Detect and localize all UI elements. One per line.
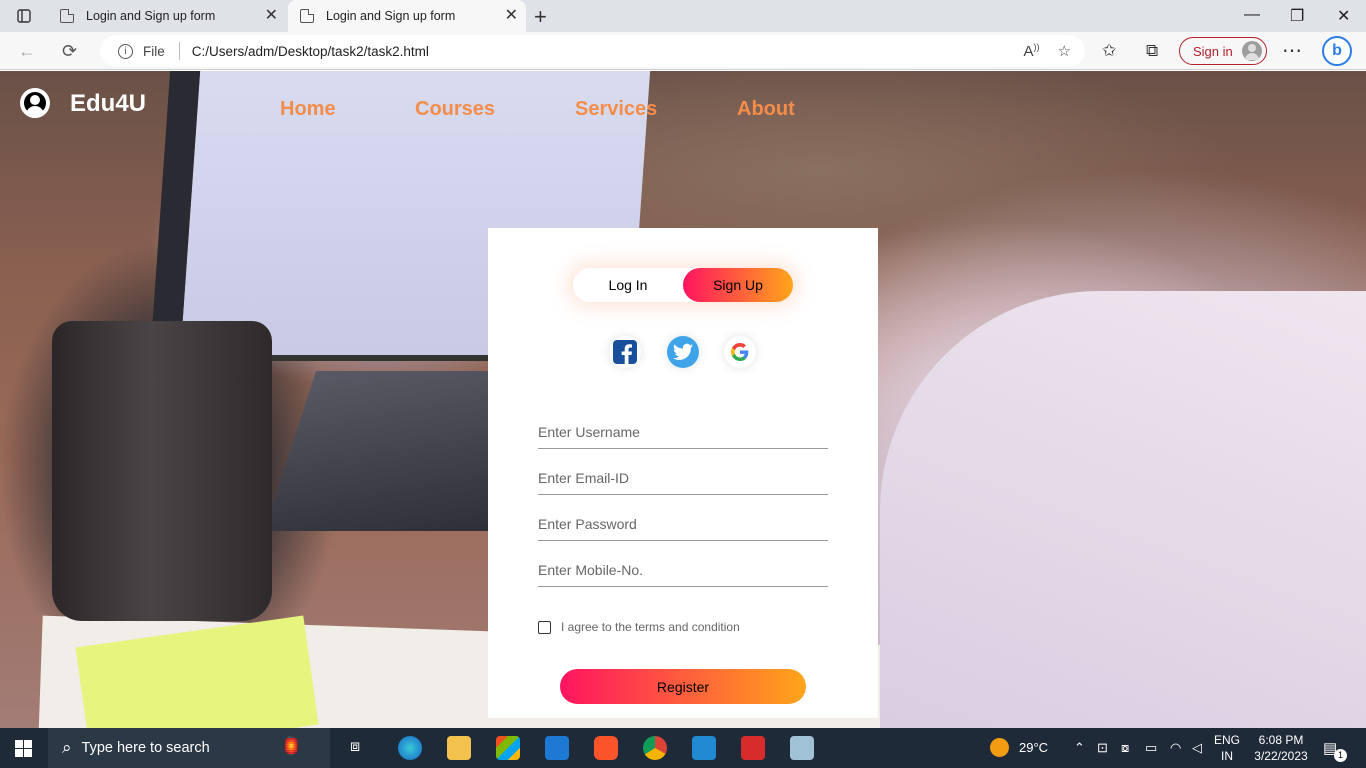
- refresh-icon[interactable]: ⟳: [62, 41, 77, 62]
- page-background: Edu4U Home Courses Services About Log In…: [0, 71, 1366, 728]
- nav-about[interactable]: About: [737, 98, 795, 121]
- brand-name: Edu4U: [70, 90, 147, 117]
- info-icon[interactable]: i: [118, 43, 133, 59]
- windows-taskbar: ⌕ Type here to search 🏮 ⧈ 29°C ⌃ ⊡ ⧇ ▭ ◠…: [0, 728, 1366, 768]
- app-icon[interactable]: [741, 736, 765, 760]
- nav-courses[interactable]: Courses: [415, 98, 495, 121]
- taskbar-search[interactable]: ⌕ Type here to search 🏮: [48, 728, 330, 768]
- background-mug: [52, 321, 272, 621]
- read-aloud-icon[interactable]: A)): [1024, 42, 1040, 60]
- scheme-label: File: [143, 43, 165, 59]
- password-field[interactable]: [538, 504, 828, 541]
- edge-icon[interactable]: [398, 736, 422, 760]
- sign-in-button[interactable]: Sign in: [1179, 37, 1267, 65]
- mobile-field[interactable]: [538, 550, 828, 587]
- region: IN: [1221, 749, 1233, 763]
- terms-checkbox[interactable]: [538, 620, 551, 634]
- brave-icon[interactable]: [594, 736, 618, 760]
- nav-services[interactable]: Services: [575, 98, 657, 121]
- store-icon[interactable]: [496, 736, 520, 760]
- url-text[interactable]: C:/Users/adm/Desktop/task2/task2.html: [192, 44, 429, 59]
- time: 6:08 PM: [1258, 733, 1304, 747]
- close-tab-icon[interactable]: ✕: [505, 8, 518, 24]
- minimize-icon[interactable]: —: [1244, 6, 1260, 24]
- email-field[interactable]: [538, 458, 828, 495]
- taskbar-search-placeholder: Type here to search: [81, 740, 210, 756]
- task-view-icon[interactable]: ⧈: [350, 738, 360, 756]
- lantern-icon: 🏮: [280, 736, 303, 756]
- signup-tab-button[interactable]: Sign Up: [683, 268, 793, 302]
- close-window-icon[interactable]: ✕: [1337, 6, 1350, 26]
- tab-title: Login and Sign up form: [86, 9, 216, 23]
- login-tab-button[interactable]: Log In: [573, 268, 683, 302]
- auth-toggle: Log In Sign Up: [573, 268, 793, 302]
- restore-icon[interactable]: ❐: [1290, 6, 1304, 26]
- vscode-icon[interactable]: [692, 736, 716, 760]
- notification-badge: 1: [1334, 749, 1347, 762]
- browser-tab-bar: Login and Sign up form ✕ Login and Sign …: [0, 0, 1366, 32]
- tab-actions-icon[interactable]: [12, 6, 36, 26]
- chevron-up-icon[interactable]: ⌃: [1074, 740, 1085, 756]
- browser-tab[interactable]: Login and Sign up form ✕: [48, 0, 286, 32]
- clock[interactable]: 6:08 PM 3/22/2023: [1252, 732, 1310, 764]
- new-tab-icon[interactable]: +: [534, 4, 547, 30]
- sign-in-label: Sign in: [1193, 43, 1233, 59]
- date: 3/22/2023: [1254, 749, 1308, 763]
- terms-row: I agree to the terms and condition: [538, 620, 740, 634]
- bing-icon[interactable]: b: [1322, 36, 1352, 66]
- language-indicator[interactable]: ENG IN: [1214, 732, 1240, 764]
- address-toolbar: ← ⟳ i File C:/Users/adm/Desktop/task2/ta…: [0, 32, 1366, 70]
- address-bar[interactable]: i File C:/Users/adm/Desktop/task2/task2.…: [100, 35, 1085, 67]
- battery-icon[interactable]: ▭: [1145, 740, 1157, 756]
- windows-start-icon[interactable]: [15, 740, 32, 757]
- file-explorer-icon[interactable]: [447, 736, 471, 760]
- favorites-icon[interactable]: ✩: [1102, 41, 1116, 61]
- avatar-icon: [1242, 41, 1262, 61]
- tab-title: Login and Sign up form: [326, 9, 456, 23]
- register-button[interactable]: Register: [560, 669, 806, 704]
- weather-text[interactable]: 29°C: [1019, 740, 1048, 755]
- wifi-icon[interactable]: ◠: [1170, 740, 1181, 756]
- weather-icon[interactable]: [990, 738, 1009, 757]
- search-icon: ⌕: [62, 738, 72, 757]
- collections-icon[interactable]: ⧉: [1146, 41, 1158, 61]
- add-favorite-icon[interactable]: ☆: [1058, 42, 1071, 60]
- google-icon[interactable]: [724, 336, 756, 368]
- mail-icon[interactable]: [545, 736, 569, 760]
- background-person: [880, 291, 1366, 728]
- divider: [178, 42, 180, 60]
- username-field[interactable]: [538, 412, 828, 449]
- nav-home[interactable]: Home: [280, 98, 336, 121]
- volume-icon[interactable]: ◁: [1192, 740, 1202, 756]
- user-logo-icon: [20, 88, 50, 118]
- more-options-icon[interactable]: ⋯: [1282, 38, 1302, 63]
- app-icon[interactable]: [790, 736, 814, 760]
- page-icon: [300, 9, 314, 23]
- facebook-icon[interactable]: [609, 336, 641, 368]
- tray-icon[interactable]: ⧇: [1121, 740, 1129, 756]
- tray-icon[interactable]: ⊡: [1097, 740, 1108, 756]
- browser-tab-active[interactable]: Login and Sign up form ✕: [288, 0, 526, 32]
- terms-label: I agree to the terms and condition: [561, 620, 740, 634]
- twitter-icon[interactable]: [667, 336, 699, 368]
- language: ENG: [1214, 733, 1241, 747]
- chrome-icon[interactable]: [643, 736, 667, 760]
- back-icon[interactable]: ←: [18, 41, 36, 62]
- close-tab-icon[interactable]: ✕: [265, 8, 278, 24]
- page-icon: [60, 9, 74, 23]
- signup-form-card: Log In Sign Up I agree to the terms and …: [488, 228, 878, 718]
